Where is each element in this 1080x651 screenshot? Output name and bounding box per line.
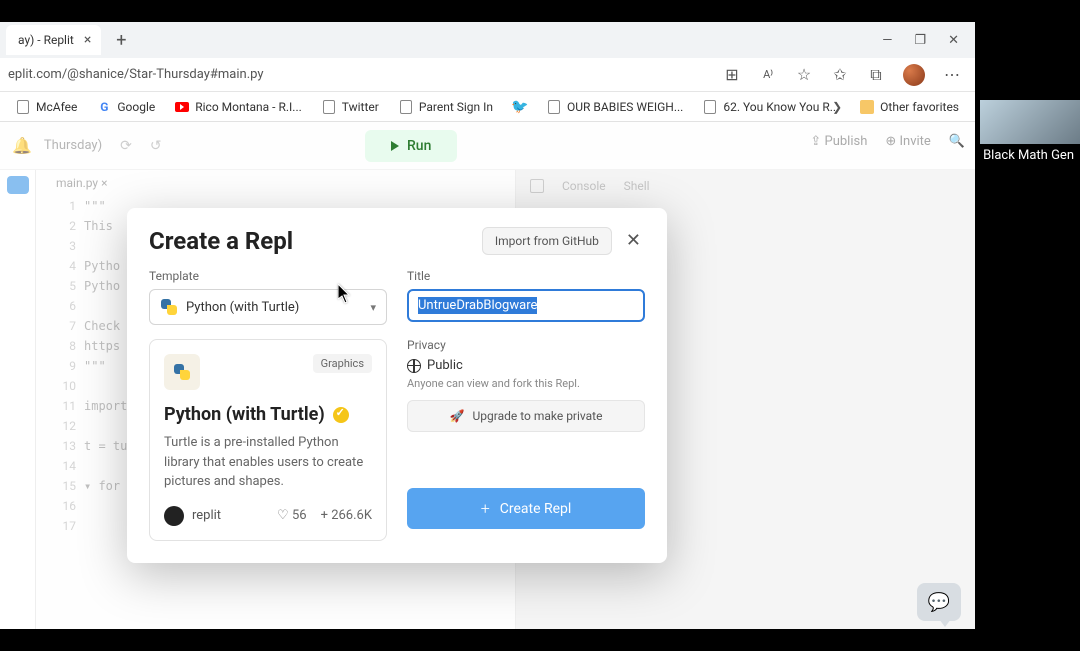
output-square-icon[interactable] xyxy=(530,179,544,193)
folder-icon xyxy=(860,100,874,114)
close-icon[interactable]: × xyxy=(84,32,91,48)
rocket-icon: 🚀 xyxy=(450,409,465,423)
history-icon[interactable]: ↺ xyxy=(150,138,162,154)
run-button[interactable]: Run xyxy=(365,130,457,162)
maximize-icon[interactable]: ❐ xyxy=(914,33,926,48)
favorites-bar-icon[interactable]: ✩ xyxy=(831,66,849,84)
refresh-icon[interactable]: ⟳ xyxy=(120,138,132,154)
chevron-down-icon: ▾ xyxy=(370,301,376,314)
address-bar: eplit.com/@shanice/Star-Thursday#main.py… xyxy=(0,58,975,92)
title-label: Title xyxy=(407,269,645,283)
publish-button[interactable]: ⇪ Publish xyxy=(810,134,867,149)
bookmark-62[interactable]: 62. You Know You R... xyxy=(695,96,847,118)
plus-icon: + xyxy=(321,508,328,523)
profile-avatar[interactable] xyxy=(903,64,925,86)
close-window-icon[interactable]: ✕ xyxy=(948,33,959,48)
template-name: Python (with Turtle) xyxy=(164,404,372,425)
extensions-icon[interactable]: ⊞ xyxy=(723,66,741,84)
bookmark-parent[interactable]: Parent Sign In xyxy=(391,96,501,118)
play-icon xyxy=(391,141,399,151)
chevron-right-icon[interactable]: ❯ xyxy=(832,100,842,114)
forks-count: + 266.6K xyxy=(321,508,372,523)
modal-title: Create a Repl xyxy=(149,227,482,255)
template-column: Template Python (with Turtle) ▾ Graphics… xyxy=(149,269,387,541)
python-icon xyxy=(160,298,178,316)
privacy-block: Privacy Public Anyone can view and fork … xyxy=(407,338,645,432)
template-desc: Turtle is a pre-installed Python library… xyxy=(164,433,372,492)
author-name: replit xyxy=(192,508,221,523)
window-controls: — ❐ ✕ xyxy=(882,22,971,58)
category-badge: Graphics xyxy=(313,354,372,373)
title-input[interactable]: UntrueDrabBlogware xyxy=(407,289,645,322)
template-value: Python (with Turtle) xyxy=(186,300,299,315)
overlay-thumb xyxy=(980,100,1080,146)
new-tab-button[interactable]: + xyxy=(107,26,135,54)
tab-title: ay) - Replit xyxy=(18,33,74,47)
modal-header: Create a Repl Import from GitHub ✕ xyxy=(149,226,645,255)
read-aloud-icon[interactable]: A⁾ xyxy=(759,66,777,84)
header-right: ⇪ Publish ⊕ Invite 🔍 xyxy=(810,134,965,149)
tab-console[interactable]: Console xyxy=(562,179,606,193)
python-icon xyxy=(173,363,191,381)
verified-icon xyxy=(333,407,349,423)
create-repl-button[interactable]: + Create Repl xyxy=(407,488,645,529)
privacy-label: Privacy xyxy=(407,338,645,352)
bookmarks-bar: McAfee GGoogle Rico Montana - R.I... Twi… xyxy=(0,92,975,122)
code-area[interactable]: """ This Pytho Pytho Check https """ imp… xyxy=(84,196,127,516)
rail-active-item[interactable] xyxy=(7,176,29,194)
bookmark-twitter[interactable]: Twitter xyxy=(314,96,387,118)
browser-tab[interactable]: ay) - Replit × xyxy=(6,25,101,55)
bookmark-babies[interactable]: OUR BABIES WEIGH... xyxy=(539,96,691,118)
bookmark-rico[interactable]: Rico Montana - R.I... xyxy=(167,96,310,118)
privacy-value-row: Public xyxy=(407,358,645,373)
favorite-icon[interactable]: ☆ xyxy=(795,66,813,84)
tab-shell[interactable]: Shell xyxy=(624,179,650,193)
template-label: Template xyxy=(149,269,387,283)
create-repl-modal: Create a Repl Import from GitHub ✕ Templ… xyxy=(127,208,667,563)
privacy-value: Public xyxy=(427,358,463,373)
tab-close-icon[interactable]: × xyxy=(101,176,107,190)
heart-icon: ♡ xyxy=(277,508,289,523)
project-name: Thursday) xyxy=(44,138,102,153)
likes-count: ♡ 56 xyxy=(277,508,307,523)
left-rail xyxy=(0,170,36,629)
modal-body: Template Python (with Turtle) ▾ Graphics… xyxy=(149,269,645,541)
url-input[interactable]: eplit.com/@shanice/Star-Thursday#main.py xyxy=(8,67,723,82)
other-favorites[interactable]: Other favorites xyxy=(852,96,967,118)
chat-bubble-icon[interactable]: 💬 xyxy=(917,583,961,621)
invite-button[interactable]: ⊕ Invite xyxy=(885,134,930,149)
globe-icon xyxy=(407,359,421,373)
bookmark-google[interactable]: GGoogle xyxy=(89,96,163,118)
upgrade-button[interactable]: 🚀 Upgrade to make private xyxy=(407,400,645,432)
line-gutter: 1234567891011121314151617 xyxy=(54,196,76,536)
bookmark-mcafee[interactable]: McAfee xyxy=(8,96,85,118)
collections-icon[interactable]: ⧉ xyxy=(867,66,885,84)
more-icon[interactable]: ⋯ xyxy=(943,66,961,84)
import-github-button[interactable]: Import from GitHub xyxy=(482,227,612,255)
author-avatar xyxy=(164,506,184,526)
address-actions: ⊞ A⁾ ☆ ✩ ⧉ ⋯ xyxy=(723,64,967,86)
cursor-icon xyxy=(338,284,352,304)
template-card[interactable]: Graphics Python (with Turtle) Turtle is … xyxy=(149,339,387,541)
tab-strip: ay) - Replit × + — ❐ ✕ xyxy=(0,22,975,58)
template-footer: replit ♡ 56 + 266.6K xyxy=(164,506,372,526)
editor-tab[interactable]: main.py × xyxy=(48,172,116,194)
output-tabs: Console Shell xyxy=(516,170,975,202)
bookmark-tw-icon[interactable]: 🐦 xyxy=(505,96,535,118)
close-icon[interactable]: ✕ xyxy=(622,226,645,255)
privacy-subtext: Anyone can view and fork this Repl. xyxy=(407,377,645,390)
plus-icon: + xyxy=(481,499,490,518)
search-icon[interactable]: 🔍 xyxy=(949,134,965,149)
template-thumb xyxy=(164,354,200,390)
minimize-icon[interactable]: — xyxy=(882,33,892,48)
title-column: Title UntrueDrabBlogware Privacy Public … xyxy=(407,269,645,541)
bell-icon[interactable]: 🔔 xyxy=(12,136,32,155)
overlay-label: Black Math Gen xyxy=(977,144,1080,170)
